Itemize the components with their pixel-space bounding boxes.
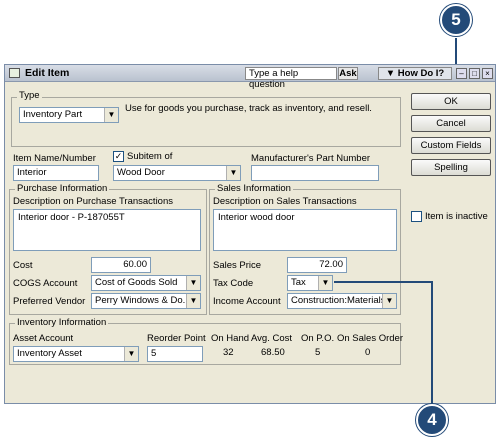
asset-account-select[interactable]: Inventory Asset ▼ [13, 346, 139, 362]
item-name-input[interactable]: Interior [13, 165, 99, 181]
window-icon [9, 68, 20, 78]
subitem-checkbox[interactable]: ✓ [113, 151, 124, 162]
purchase-desc-textarea[interactable]: Interior door - P-187055T [13, 209, 201, 251]
help-question-input[interactable]: Type a help question [245, 67, 337, 90]
tax-code-select[interactable]: Tax ▼ [287, 275, 333, 291]
spelling-button[interactable]: Spelling [411, 159, 491, 176]
ask-button[interactable]: Ask [338, 67, 358, 80]
tax-code-value: Tax [291, 277, 306, 288]
avg-cost-value: 68.50 [261, 347, 285, 358]
cancel-button[interactable]: Cancel [411, 115, 491, 132]
reorder-point-input[interactable]: 5 [147, 346, 203, 362]
maximize-icon[interactable]: □ [469, 68, 480, 79]
on-hand-value: 32 [223, 347, 234, 358]
tax-code-label: Tax Code [213, 278, 254, 289]
how-do-i-button[interactable]: ▼ How Do I? [378, 67, 452, 80]
subitem-value: Wood Door [117, 167, 165, 178]
mfr-part-input[interactable] [251, 165, 379, 181]
subitem-label: Subitem of [127, 151, 173, 162]
asset-account-value: Inventory Asset [17, 348, 82, 359]
item-name-label: Item Name/Number [13, 153, 96, 164]
close-icon[interactable]: × [482, 68, 493, 79]
chevron-down-icon[interactable]: ▼ [186, 276, 200, 290]
reorder-point-label: Reorder Point [147, 333, 206, 344]
on-po-label: On P.O. [301, 333, 335, 344]
how-do-i-label: How Do I? [397, 68, 445, 79]
cogs-account-label: COGS Account [13, 278, 78, 289]
chevron-down-icon[interactable]: ▼ [186, 294, 200, 308]
type-description: Use for goods you purchase, track as inv… [125, 103, 372, 114]
on-sales-order-label: On Sales Order [337, 333, 403, 344]
subitem-select[interactable]: Wood Door ▼ [113, 165, 241, 181]
callout-4-line-vertical [431, 281, 433, 405]
type-group-label: Type [17, 90, 42, 101]
item-inactive-label: Item is inactive [425, 211, 488, 222]
minimize-icon[interactable]: – [456, 68, 467, 79]
inventory-group-label: Inventory Information [15, 317, 109, 328]
cogs-account-select[interactable]: Cost of Goods Sold ▼ [91, 275, 201, 291]
ok-button[interactable]: OK [411, 93, 491, 110]
asset-account-label: Asset Account [13, 333, 74, 344]
type-select-value: Inventory Part [23, 109, 83, 120]
chevron-down-icon[interactable]: ▼ [104, 108, 118, 122]
preferred-vendor-label: Preferred Vendor [13, 296, 86, 307]
type-select[interactable]: Inventory Part ▼ [19, 107, 119, 123]
purchase-group-label: Purchase Information [15, 183, 110, 194]
cost-label: Cost [13, 260, 33, 271]
custom-fields-button[interactable]: Custom Fields [411, 137, 491, 154]
sales-price-input[interactable]: 72.00 [287, 257, 347, 273]
on-hand-label: On Hand [211, 333, 250, 344]
window-title: Edit Item [25, 67, 70, 79]
callout-5: 5 [440, 4, 472, 36]
chevron-down-icon[interactable]: ▼ [226, 166, 240, 180]
mfr-part-label: Manufacturer's Part Number [251, 153, 371, 164]
callout-4: 4 [416, 404, 448, 436]
purchase-desc-label: Description on Purchase Transactions [13, 196, 173, 207]
chevron-down-icon[interactable]: ▼ [318, 276, 332, 290]
sales-desc-textarea[interactable]: Interior wood door [213, 209, 397, 251]
avg-cost-label: Avg. Cost [251, 333, 293, 344]
title-bar: Edit Item Type a help question Ask ▼ How… [5, 65, 495, 90]
cogs-account-value: Cost of Goods Sold [95, 277, 178, 288]
chevron-down-icon[interactable]: ▼ [382, 294, 396, 308]
chevron-down-icon[interactable]: ▼ [124, 347, 138, 361]
item-inactive-checkbox[interactable] [411, 211, 422, 222]
edit-item-window: Edit Item Type a help question Ask ▼ How… [4, 64, 496, 404]
sales-price-label: Sales Price [213, 260, 262, 271]
preferred-vendor-value: Perry Windows & Do... [95, 295, 191, 306]
on-po-value: 5 [315, 347, 321, 358]
on-sales-order-value: 0 [365, 347, 371, 358]
income-account-label: Income Account [213, 296, 281, 307]
preferred-vendor-select[interactable]: Perry Windows & Do... ▼ [91, 293, 201, 309]
income-account-value: Construction:Materials [291, 295, 386, 306]
income-account-select[interactable]: Construction:Materials ▼ [287, 293, 397, 309]
sales-desc-label: Description on Sales Transactions [213, 196, 357, 207]
sales-group-label: Sales Information [215, 183, 293, 194]
cost-input[interactable]: 60.00 [91, 257, 151, 273]
callout-4-line-horizontal [334, 281, 432, 283]
